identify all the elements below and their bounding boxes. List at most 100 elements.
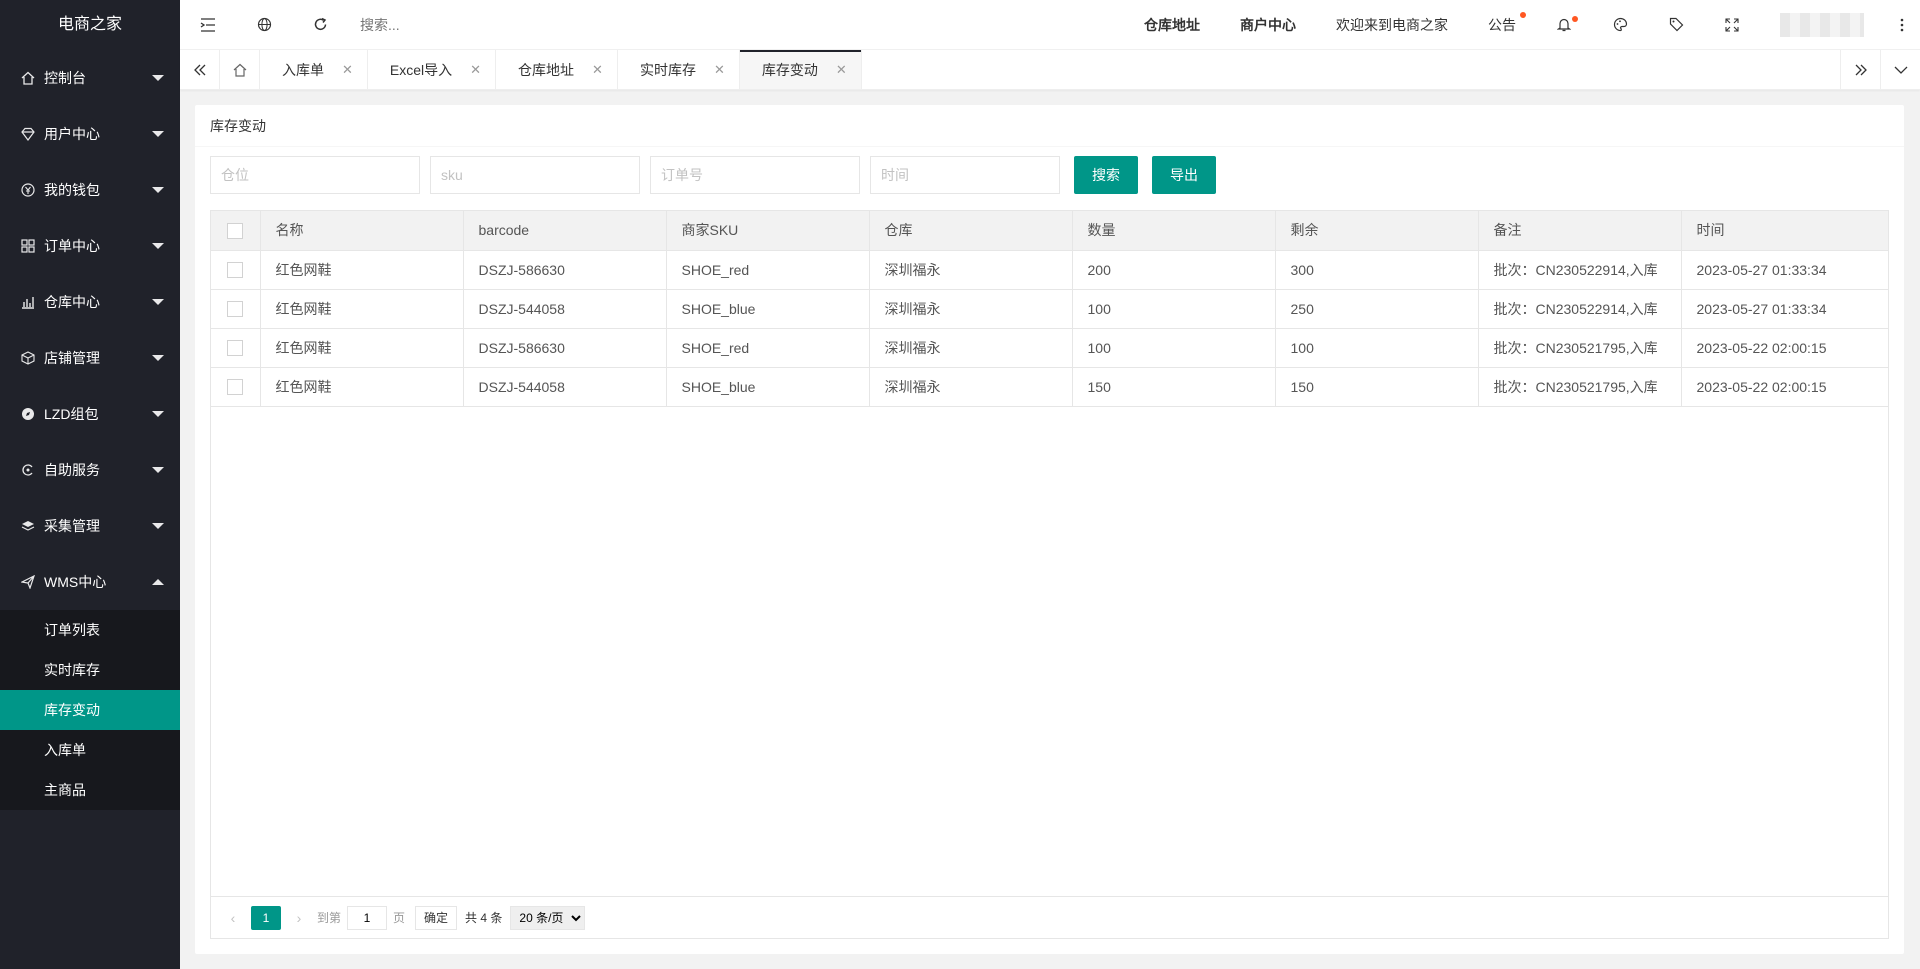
submenu-item-realtime-stock[interactable]: 实时库存 [0,650,180,690]
caret-down-icon [152,355,164,361]
page-title: 库存变动 [195,105,1904,147]
table-cell: SHOE_red [666,328,870,368]
sidebar-item-lzd[interactable]: LZD组包 [0,386,180,442]
table-row[interactable]: 红色网鞋 DSZJ-544058 SHOE_blue 深圳福永 100 250 … [211,289,1888,329]
more-vertical-icon[interactable] [1884,18,1920,32]
column-header[interactable]: 剩余 [1275,211,1479,251]
total-count: 共 4 条 [465,911,503,925]
column-header[interactable]: 备注 [1478,211,1682,251]
tab-warehouse-address[interactable]: 仓库地址 ✕ [496,50,618,89]
sidebar-item-users[interactable]: 用户中心 [0,106,180,162]
merchant-center-link[interactable]: 商户中心 [1220,15,1316,35]
column-header[interactable]: 商家SKU [666,211,870,251]
page-size-select[interactable]: 20 条/页 [510,905,586,930]
export-button[interactable]: 导出 [1152,156,1216,194]
row-select-cell [211,367,261,407]
row-checkbox[interactable] [227,340,244,357]
submenu-item-order-list[interactable]: 订单列表 [0,610,180,650]
table-cell: 红色网鞋 [260,250,464,290]
prev-page-icon[interactable]: ‹ [221,910,245,926]
sidebar-item-wallet[interactable]: 我的钱包 [0,162,180,218]
tab-label: 仓库地址 [518,61,575,78]
row-checkbox[interactable] [227,262,244,279]
table-cell: 2023-05-22 02:00:15 [1681,328,1888,368]
submenu-item-main-products[interactable]: 主商品 [0,770,180,810]
tab-inbound[interactable]: 入库单 ✕ [260,50,368,89]
time-input[interactable] [870,156,1060,194]
order-number-input[interactable] [650,156,860,194]
column-header[interactable]: 数量 [1072,211,1276,251]
row-checkbox[interactable] [227,379,244,396]
notice-label: 公告 [1488,16,1516,33]
column-header[interactable]: 时间 [1681,211,1888,251]
submenu-item-stock-changes[interactable]: 库存变动 [0,690,180,730]
row-select-cell [211,250,261,290]
row-checkbox[interactable] [227,301,244,318]
caret-down-icon [152,243,164,249]
close-icon[interactable]: ✕ [342,62,353,78]
table-cell: SHOE_blue [666,367,870,407]
tag-icon[interactable] [1648,0,1704,50]
table-cell: 批次：CN230521795,入库 [1478,328,1682,368]
goto-label: 到第 [317,911,342,925]
sidebar-item-warehouse[interactable]: 仓库中心 [0,274,180,330]
yen-icon [20,182,36,198]
close-icon[interactable]: ✕ [836,62,847,78]
tab-stock-changes[interactable]: 库存变动 ✕ [739,50,862,89]
search-button[interactable]: 搜索 [1074,156,1138,194]
page-unit-label: 页 [393,911,406,925]
sidebar-item-collection[interactable]: 采集管理 [0,498,180,554]
close-icon[interactable]: ✕ [470,62,481,78]
tabs-scroll-left-icon[interactable] [180,50,220,89]
table-cell: 深圳福永 [869,250,1073,290]
sidebar-item-wms[interactable]: WMS中心 [0,554,180,610]
sidebar-item-self-service[interactable]: 自助服务 [0,442,180,498]
sidebar-item-shops[interactable]: 店铺管理 [0,330,180,386]
goto-page-input[interactable] [347,905,388,930]
refresh-icon[interactable] [292,0,348,50]
row-select-cell [211,328,261,368]
tab-realtime-stock[interactable]: 实时库存 ✕ [618,50,740,89]
sidebar: 电商之家 控制台 用户中心 我的钱包 订单中心 仓库中心 店铺管理 LZD组包 … [0,0,180,969]
table-cell: 150 [1072,367,1276,407]
tab-home-icon[interactable] [220,50,260,89]
sidebar-item-console[interactable]: 控制台 [0,50,180,106]
select-all-checkbox[interactable] [227,222,244,239]
welcome-text: 欢迎来到电商之家 [1336,16,1448,33]
globe-icon[interactable] [236,0,292,50]
bell-icon[interactable] [1536,0,1592,50]
tabs-dropdown-icon[interactable] [1880,50,1920,89]
goto-confirm-button[interactable]: 确定 [415,905,458,930]
sku-input[interactable] [430,156,640,194]
header-search-input[interactable] [360,16,560,33]
table-cell: 300 [1275,250,1479,290]
warehouse-address-link[interactable]: 仓库地址 [1124,15,1220,35]
close-icon[interactable]: ✕ [592,62,603,78]
palette-icon[interactable] [1592,0,1648,50]
avatar[interactable] [1780,12,1864,37]
caret-down-icon [152,131,164,137]
next-page-icon[interactable]: › [287,910,311,926]
column-header[interactable]: barcode [463,211,667,251]
data-table: 名称 barcode 商家SKU 仓库 数量 剩余 备注 时间 红色网鞋 DSZ… [210,210,1889,939]
column-header[interactable]: 仓库 [869,211,1073,251]
location-input[interactable] [210,156,420,194]
fullscreen-icon[interactable] [1704,0,1760,50]
app-logo[interactable]: 电商之家 [0,0,180,50]
sidebar-item-orders[interactable]: 订单中心 [0,218,180,274]
tab-excel-import[interactable]: Excel导入 ✕ [368,50,497,89]
table-row[interactable]: 红色网鞋 DSZJ-586630 SHOE_red 深圳福永 200 300 批… [211,250,1888,290]
menu-toggle-icon[interactable] [180,0,236,50]
table-row[interactable]: 红色网鞋 DSZJ-586630 SHOE_red 深圳福永 100 100 批… [211,328,1888,368]
sidebar-item-label: 我的钱包 [44,182,100,198]
page-number-current[interactable]: 1 [251,905,281,930]
notice-link[interactable]: 公告 [1468,11,1536,35]
apps-icon [20,238,36,254]
submenu-item-inbound[interactable]: 入库单 [0,730,180,770]
pagination: ‹ 1 › 到第 页 确定 共 4 条 20 条/页 [211,896,1888,938]
table-cell: 深圳福永 [869,289,1073,329]
table-row[interactable]: 红色网鞋 DSZJ-544058 SHOE_blue 深圳福永 150 150 … [211,367,1888,407]
close-icon[interactable]: ✕ [714,62,725,78]
tabs-scroll-right-icon[interactable] [1840,50,1880,89]
column-header[interactable]: 名称 [260,211,464,251]
